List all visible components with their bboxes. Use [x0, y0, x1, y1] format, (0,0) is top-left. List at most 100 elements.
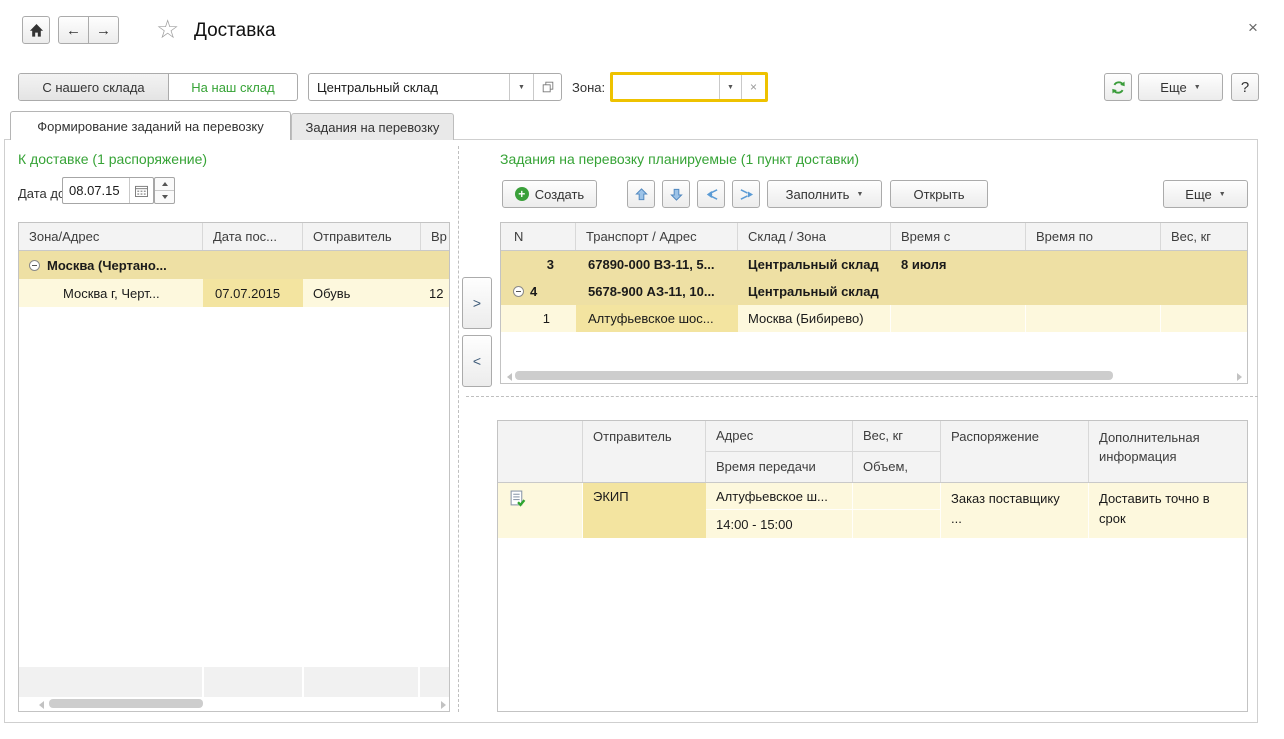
- favorites-star-icon[interactable]: ☆: [156, 14, 179, 45]
- cell-transfer-time[interactable]: 14:00 - 15:00: [706, 510, 853, 538]
- move-right-button[interactable]: >: [462, 277, 492, 329]
- tab-transport-tasks[interactable]: Задания на перевозку: [291, 113, 454, 140]
- table-row[interactable]: 1 Алтуфьевское шос... Москва (Бибирево): [501, 305, 1247, 332]
- scrollbar-thumb[interactable]: [49, 699, 203, 708]
- col-header-order[interactable]: Распоряжение: [941, 421, 1089, 482]
- cell-info[interactable]: Доставить точно в срок: [1089, 483, 1247, 538]
- fill-button[interactable]: Заполнить▼: [767, 180, 882, 208]
- cell-warehouse[interactable]: Москва (Бибирево): [738, 305, 891, 332]
- cell-weight[interactable]: [1161, 305, 1247, 332]
- table-row[interactable]: ЭКИП Алтуфьевское ш... 14:00 - 15:00 Зак…: [498, 483, 1247, 538]
- refresh-button[interactable]: [1104, 73, 1132, 101]
- col-header-weight[interactable]: Вес, кг: [1161, 223, 1247, 250]
- left-table-hscrollbar[interactable]: [19, 697, 450, 711]
- col-header-time-to[interactable]: Время по: [1026, 223, 1161, 250]
- page-title: Доставка: [194, 20, 276, 42]
- cell-address[interactable]: Алтуфьевское ш...: [706, 483, 853, 510]
- segment-to-our-warehouse[interactable]: На наш склад: [169, 74, 297, 100]
- right-table-hscrollbar[interactable]: [501, 369, 1248, 383]
- table-row[interactable]: Москва (Чертано...: [19, 251, 449, 279]
- group-button[interactable]: [732, 180, 760, 208]
- col-header-weight[interactable]: Вес, кг: [853, 421, 941, 452]
- col-header-icon[interactable]: [498, 421, 583, 482]
- table-row[interactable]: 4 5678-900 АЗ-11, 10... Центральный скла…: [501, 278, 1247, 305]
- cell-volume[interactable]: [853, 510, 941, 538]
- move-left-button[interactable]: <: [462, 335, 492, 387]
- back-button[interactable]: ←: [58, 16, 89, 44]
- more-button-right-panel[interactable]: Еще ▼: [1163, 180, 1248, 208]
- ungroup-button[interactable]: [697, 180, 725, 208]
- col-header-sender[interactable]: Отправитель: [303, 223, 421, 250]
- cell-time-from[interactable]: 8 июля: [891, 251, 1026, 278]
- cell-order[interactable]: Заказ поставщику ...: [941, 483, 1089, 538]
- home-button[interactable]: [22, 16, 50, 44]
- cell-sender[interactable]: Обувь: [303, 279, 421, 307]
- collapse-icon[interactable]: [29, 260, 40, 271]
- spinner-down-icon[interactable]: [155, 190, 174, 203]
- zone-combobox[interactable]: ▼ ×: [610, 72, 768, 102]
- spinner-up-icon[interactable]: [155, 178, 174, 190]
- more-button-top[interactable]: Еще▼: [1138, 73, 1223, 101]
- cell-transport[interactable]: 5678-900 АЗ-11, 10...: [576, 278, 738, 305]
- cell-sender-selected[interactable]: ЭКИП: [583, 483, 706, 538]
- cell-warehouse[interactable]: Центральный склад: [738, 251, 891, 278]
- forward-button[interactable]: →: [88, 16, 119, 44]
- col-header-sender[interactable]: Отправитель: [583, 421, 706, 482]
- scroll-left-icon[interactable]: [39, 701, 44, 709]
- cell-weight[interactable]: [853, 483, 941, 510]
- cell-transport-selected[interactable]: Алтуфьевское шос...: [576, 305, 738, 332]
- col-header-n[interactable]: N: [501, 223, 576, 250]
- col-header-date[interactable]: Дата пос...: [203, 223, 303, 250]
- scroll-right-icon[interactable]: [1237, 373, 1242, 381]
- cell-warehouse[interactable]: Центральный склад: [738, 278, 891, 305]
- cell-date-selected[interactable]: 07.07.2015: [203, 279, 303, 307]
- warehouse-dropdown-icon[interactable]: ▼: [510, 84, 533, 91]
- create-button[interactable]: + Создать: [502, 180, 597, 208]
- date-to-field[interactable]: 08.07.15: [62, 177, 154, 204]
- table-row[interactable]: Москва г, Черт... 07.07.2015 Обувь 12: [19, 279, 449, 307]
- move-down-button[interactable]: [662, 180, 690, 208]
- tab-task-forming[interactable]: Формирование заданий на перевозку: [10, 111, 291, 140]
- horizontal-splitter[interactable]: [466, 396, 1258, 397]
- cell-n[interactable]: 1: [501, 305, 576, 332]
- segment-from-our-warehouse[interactable]: С нашего склада: [19, 74, 169, 100]
- scroll-left-icon[interactable]: [507, 373, 512, 381]
- vertical-splitter[interactable]: [458, 146, 459, 712]
- more-button-label: Еще: [1185, 187, 1211, 202]
- close-icon[interactable]: ×: [1248, 18, 1258, 38]
- help-button[interactable]: ?: [1231, 73, 1259, 101]
- cell-time-to[interactable]: [1026, 305, 1161, 332]
- col-header-address[interactable]: Адрес: [706, 421, 853, 452]
- direction-segmented-control: С нашего склада На наш склад: [18, 73, 298, 101]
- move-up-button[interactable]: [627, 180, 655, 208]
- col-header-transport[interactable]: Транспорт / Адрес: [576, 223, 738, 250]
- open-button[interactable]: Открыть: [890, 180, 988, 208]
- cell-transport[interactable]: 67890-000 ВЗ-11, 5...: [576, 251, 738, 278]
- arrow-up-icon: [634, 187, 649, 202]
- cell-n[interactable]: 3: [501, 251, 576, 278]
- date-spinner[interactable]: [154, 177, 175, 204]
- cell-time[interactable]: 12: [421, 279, 449, 307]
- calendar-button[interactable]: [130, 185, 153, 197]
- cell-n[interactable]: 4: [501, 278, 576, 305]
- col-header-warehouse[interactable]: Склад / Зона: [738, 223, 891, 250]
- zone-clear-icon[interactable]: ×: [742, 80, 765, 94]
- col-header-volume[interactable]: Объем,: [853, 452, 941, 482]
- col-header-time[interactable]: Вр: [421, 223, 449, 250]
- zone-dropdown-icon[interactable]: ▼: [720, 84, 741, 91]
- chevron-down-icon: ▼: [1219, 191, 1226, 198]
- scroll-right-icon[interactable]: [441, 701, 446, 709]
- col-header-zone-address[interactable]: Зона/Адрес: [19, 223, 203, 250]
- col-header-info[interactable]: Дополнительная информация: [1089, 421, 1247, 482]
- arrow-down-icon: [669, 187, 684, 202]
- cell-address[interactable]: Москва г, Черт...: [19, 279, 203, 307]
- col-header-transfer-time[interactable]: Время передачи: [706, 452, 853, 482]
- table-row[interactable]: 3 67890-000 ВЗ-11, 5... Центральный скла…: [501, 251, 1247, 278]
- cell-doc-icon[interactable]: [498, 483, 583, 538]
- collapse-icon[interactable]: [513, 286, 524, 297]
- warehouse-picker-button[interactable]: [534, 80, 561, 94]
- scrollbar-thumb[interactable]: [515, 371, 1113, 380]
- col-header-time-from[interactable]: Время с: [891, 223, 1026, 250]
- cell-time-from[interactable]: [891, 305, 1026, 332]
- warehouse-combobox[interactable]: Центральный склад ▼: [308, 73, 562, 101]
